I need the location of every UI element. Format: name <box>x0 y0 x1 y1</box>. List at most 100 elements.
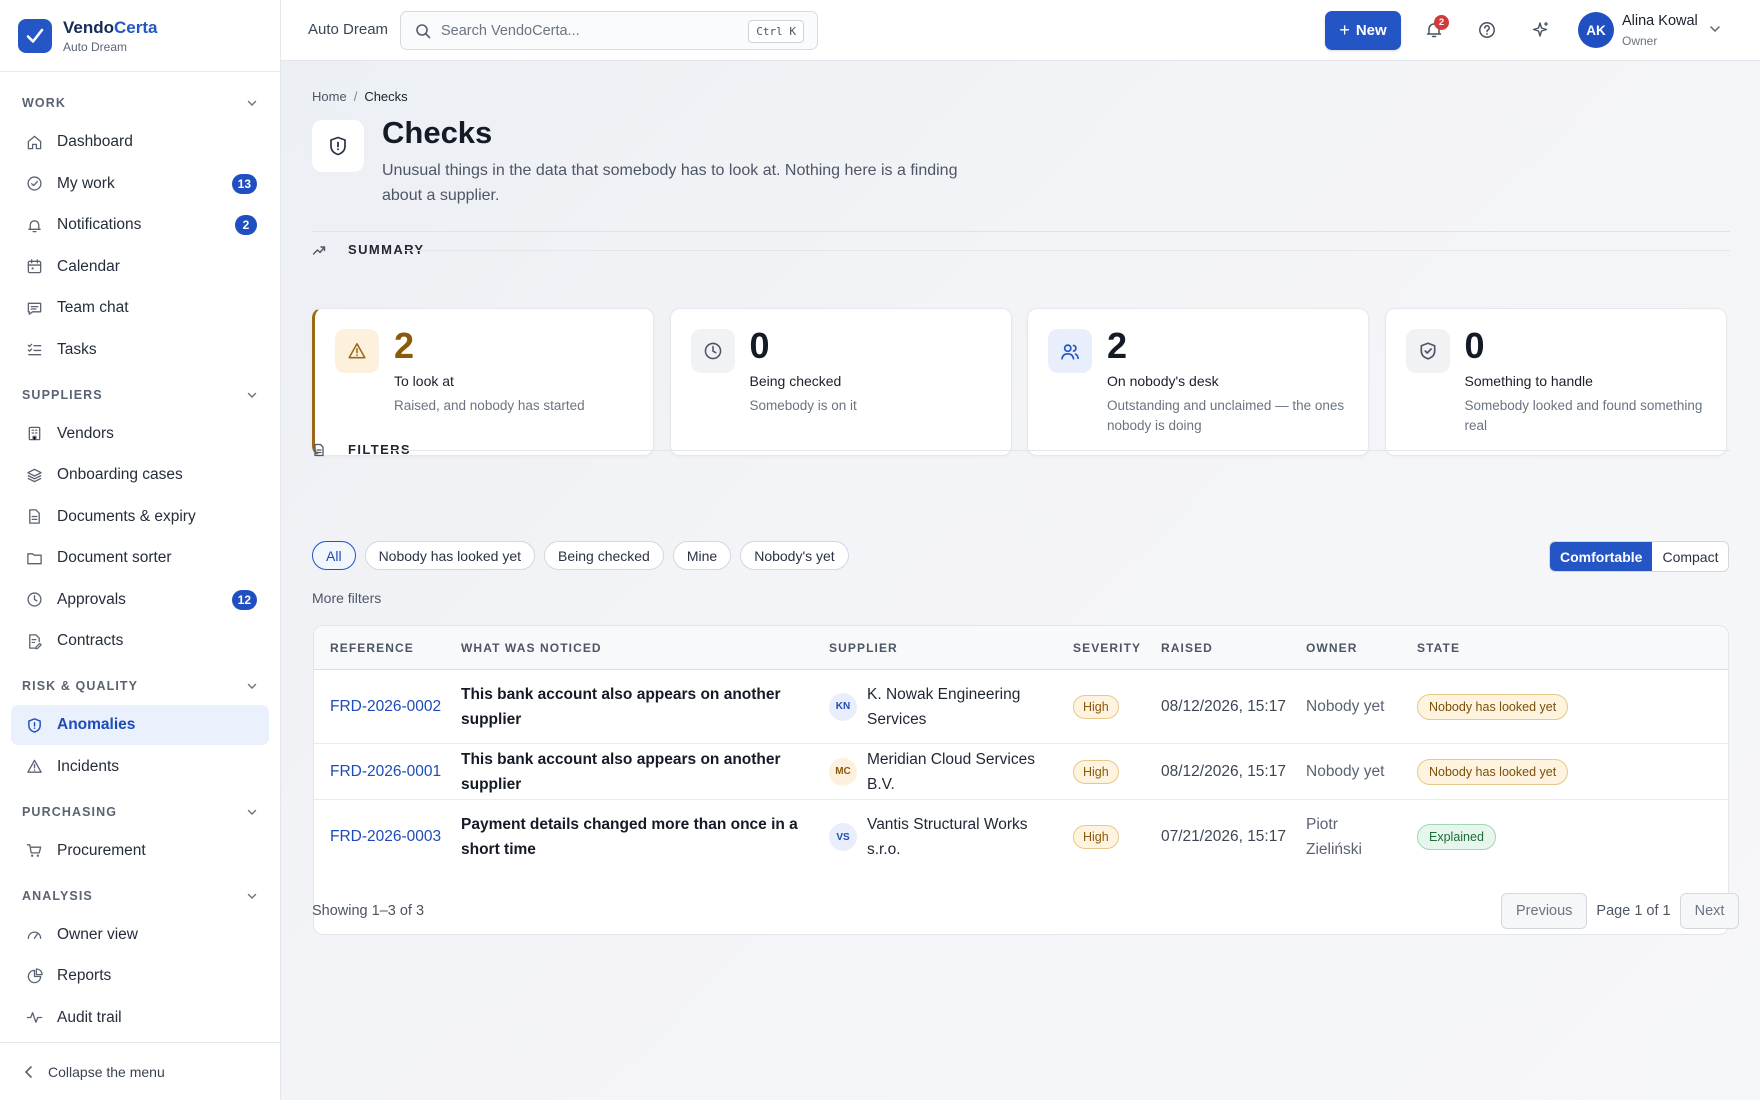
sidebar-item-label: Approvals <box>57 590 126 608</box>
sidebar-item-onboarding-cases[interactable]: Onboarding cases <box>11 455 269 495</box>
density-comfortable-button[interactable]: Comfortable <box>1550 542 1653 571</box>
summary-card-on-nobody-s-desk[interactable]: 2 On nobody's desk Outstanding and unclaim… <box>1027 308 1369 456</box>
chevron-down-icon <box>246 680 258 692</box>
column-header-state[interactable]: STATE <box>1417 641 1460 655</box>
sidebar-item-label: Documents & expiry <box>57 507 196 525</box>
sidebar-item-incidents[interactable]: Incidents <box>11 747 269 787</box>
filter-chip-all[interactable]: All <box>312 541 356 570</box>
filter-chip-mine[interactable]: Mine <box>672 541 732 570</box>
state-badge: Nobody has looked yet <box>1417 758 1569 785</box>
owner-name: Piotr Zieliński <box>1306 816 1362 858</box>
sparkle-icon[interactable] <box>1530 19 1552 41</box>
check-circle-icon <box>25 175 43 193</box>
plus-icon: + <box>1339 20 1350 40</box>
sidebar-item-approvals[interactable]: Approvals 12 <box>11 580 269 620</box>
column-header-what-was-noticed[interactable]: WHAT WAS NOTICED <box>461 641 602 655</box>
collapse-menu-label: Collapse the menu <box>48 1063 165 1080</box>
divider <box>312 231 1730 232</box>
column-header-supplier[interactable]: SUPPLIER <box>829 641 898 655</box>
count-badge: 2 <box>235 215 257 235</box>
sidebar-item-vendors[interactable]: Vendors <box>11 414 269 454</box>
chevron-down-icon <box>246 389 258 401</box>
sidebar-item-contracts[interactable]: Contracts <box>11 621 269 661</box>
sidebar-item-my-work[interactable]: My work 13 <box>11 164 269 204</box>
search-shortcut: Ctrl K <box>748 20 804 43</box>
chevron-left-icon <box>24 1065 32 1078</box>
column-header-owner[interactable]: OWNER <box>1306 641 1358 655</box>
table-row[interactable]: FRD-2026-0001 This bank account also appe… <box>314 744 1728 800</box>
next-button[interactable]: Next <box>1679 893 1740 929</box>
sidebar-item-notifications[interactable]: Notifications 2 <box>11 205 269 245</box>
sidebar-item-team-chat[interactable]: Team chat <box>11 288 269 328</box>
main-content: Home / Checks Checks Unusual things in the… <box>281 61 1760 1100</box>
reference-link[interactable]: FRD-2026-0003 <box>330 828 441 846</box>
workspace-name[interactable]: Auto Dream <box>308 21 388 38</box>
search-box[interactable]: Ctrl K <box>400 11 818 50</box>
sidebar-item-audit-trail[interactable]: Audit trail <box>11 998 269 1038</box>
collapse-menu-button[interactable]: Collapse the menu <box>0 1042 280 1100</box>
state-badge: Nobody has looked yet <box>1417 693 1569 720</box>
list-check-icon <box>25 341 43 359</box>
sidebar-nav: WORK Dashboard My work 13 Notifications 2 Cale… <box>0 72 280 1038</box>
filter-chip-nobody-has-looked-yet[interactable]: Nobody has looked yet <box>364 541 535 570</box>
nav-group-purchasing[interactable]: PURCHASING <box>0 793 280 831</box>
summary-card-description: Raised, and nobody has started <box>394 398 585 413</box>
summary-card-being-checked[interactable]: 0 Being checked Somebody is on it <box>669 308 1012 456</box>
reference-link[interactable]: FRD-2026-0002 <box>330 698 441 716</box>
previous-button[interactable]: Previous <box>1501 893 1588 929</box>
sidebar-item-reports[interactable]: Reports <box>11 956 269 996</box>
column-header-reference[interactable]: REFERENCE <box>330 641 414 655</box>
user-name[interactable]: Alina Kowal <box>1622 13 1698 29</box>
nav-group-analysis[interactable]: ANALYSIS <box>0 877 280 915</box>
brand[interactable]: VendoCerta Auto Dream <box>0 0 280 72</box>
severity-badge: High <box>1073 825 1119 849</box>
nav-group-title: PURCHASING <box>22 804 118 819</box>
supplier-cell[interactable]: MC Meridian Cloud Services B.V. <box>829 747 1057 797</box>
search-input[interactable] <box>441 22 741 39</box>
chevron-down-icon[interactable] <box>1708 22 1722 36</box>
sidebar-item-calendar[interactable]: Calendar <box>11 247 269 287</box>
nav-group-suppliers[interactable]: SUPPLIERS <box>0 376 280 414</box>
pagination: Previous Page 1 of 1 Next <box>1501 893 1740 929</box>
supplier-avatar: VS <box>829 823 857 851</box>
calendar-icon <box>25 258 43 276</box>
table-header: REFERENCE WHAT WAS NOTICED SUPPLIER SEVERIT… <box>314 626 1728 670</box>
column-header-severity[interactable]: SEVERITY <box>1073 641 1141 655</box>
sidebar-item-tasks[interactable]: Tasks <box>11 330 269 370</box>
sidebar-item-label: Calendar <box>57 257 120 275</box>
new-button[interactable]: + New <box>1325 11 1401 50</box>
table-row[interactable]: FRD-2026-0003 Payment details changed mor… <box>314 800 1728 874</box>
what-was-noticed: Payment details changed more than once i… <box>461 816 798 858</box>
reference-link[interactable]: FRD-2026-0001 <box>330 763 441 781</box>
table-row[interactable]: FRD-2026-0002 This bank account also appe… <box>314 670 1728 744</box>
breadcrumb-home[interactable]: Home <box>312 89 347 104</box>
more-filters-link[interactable]: More filters <box>312 590 381 606</box>
density-compact-button[interactable]: Compact <box>1652 542 1728 571</box>
raised-date: 08/12/2026, 15:17 <box>1161 762 1286 780</box>
nav-group-work[interactable]: WORK <box>0 84 280 122</box>
summary-card-description: Outstanding and unclaimed — the ones nob… <box>1107 398 1345 433</box>
sidebar-item-label: Reports <box>57 967 112 984</box>
sidebar-item-label: Vendors <box>57 424 114 442</box>
sidebar-item-owner-view[interactable]: Owner view <box>11 915 269 955</box>
sidebar-item-documents-and-expiry[interactable]: Documents & expiry <box>11 497 269 537</box>
column-header-raised[interactable]: RAISED <box>1161 641 1213 655</box>
summary-card-value: 0 <box>1464 325 1485 366</box>
count-badge: 13 <box>231 173 257 194</box>
sidebar-item-document-sorter[interactable]: Document sorter <box>11 538 269 578</box>
nav-group-risk-and-quality[interactable]: RISK & QUALITY <box>0 667 280 705</box>
breadcrumb: Home / Checks <box>312 89 408 104</box>
sidebar-item-dashboard[interactable]: Dashboard <box>11 122 269 162</box>
sidebar-item-anomalies[interactable]: Anomalies <box>11 705 269 745</box>
sidebar-item-procurement[interactable]: Procurement <box>11 831 269 871</box>
user-avatar[interactable]: AK <box>1578 12 1614 48</box>
help-icon[interactable] <box>1476 19 1498 41</box>
supplier-cell[interactable]: VS Vantis Structural Works s.r.o. <box>829 812 1057 862</box>
summary-card-something-to-handle[interactable]: 0 Something to handle Somebody looked and … <box>1384 308 1727 456</box>
sidebar-item-label: Dashboard <box>57 133 133 150</box>
filter-chip-nobody-s-yet[interactable]: Nobody's yet <box>740 541 849 570</box>
chevron-down-icon <box>246 890 258 902</box>
supplier-cell[interactable]: KN K. Nowak Engineering Services <box>829 682 1057 732</box>
filter-chip-being-checked[interactable]: Being checked <box>544 541 664 570</box>
summary-card-to-look-at[interactable]: 2 To look at Raised, and nobody has starte… <box>312 308 654 456</box>
